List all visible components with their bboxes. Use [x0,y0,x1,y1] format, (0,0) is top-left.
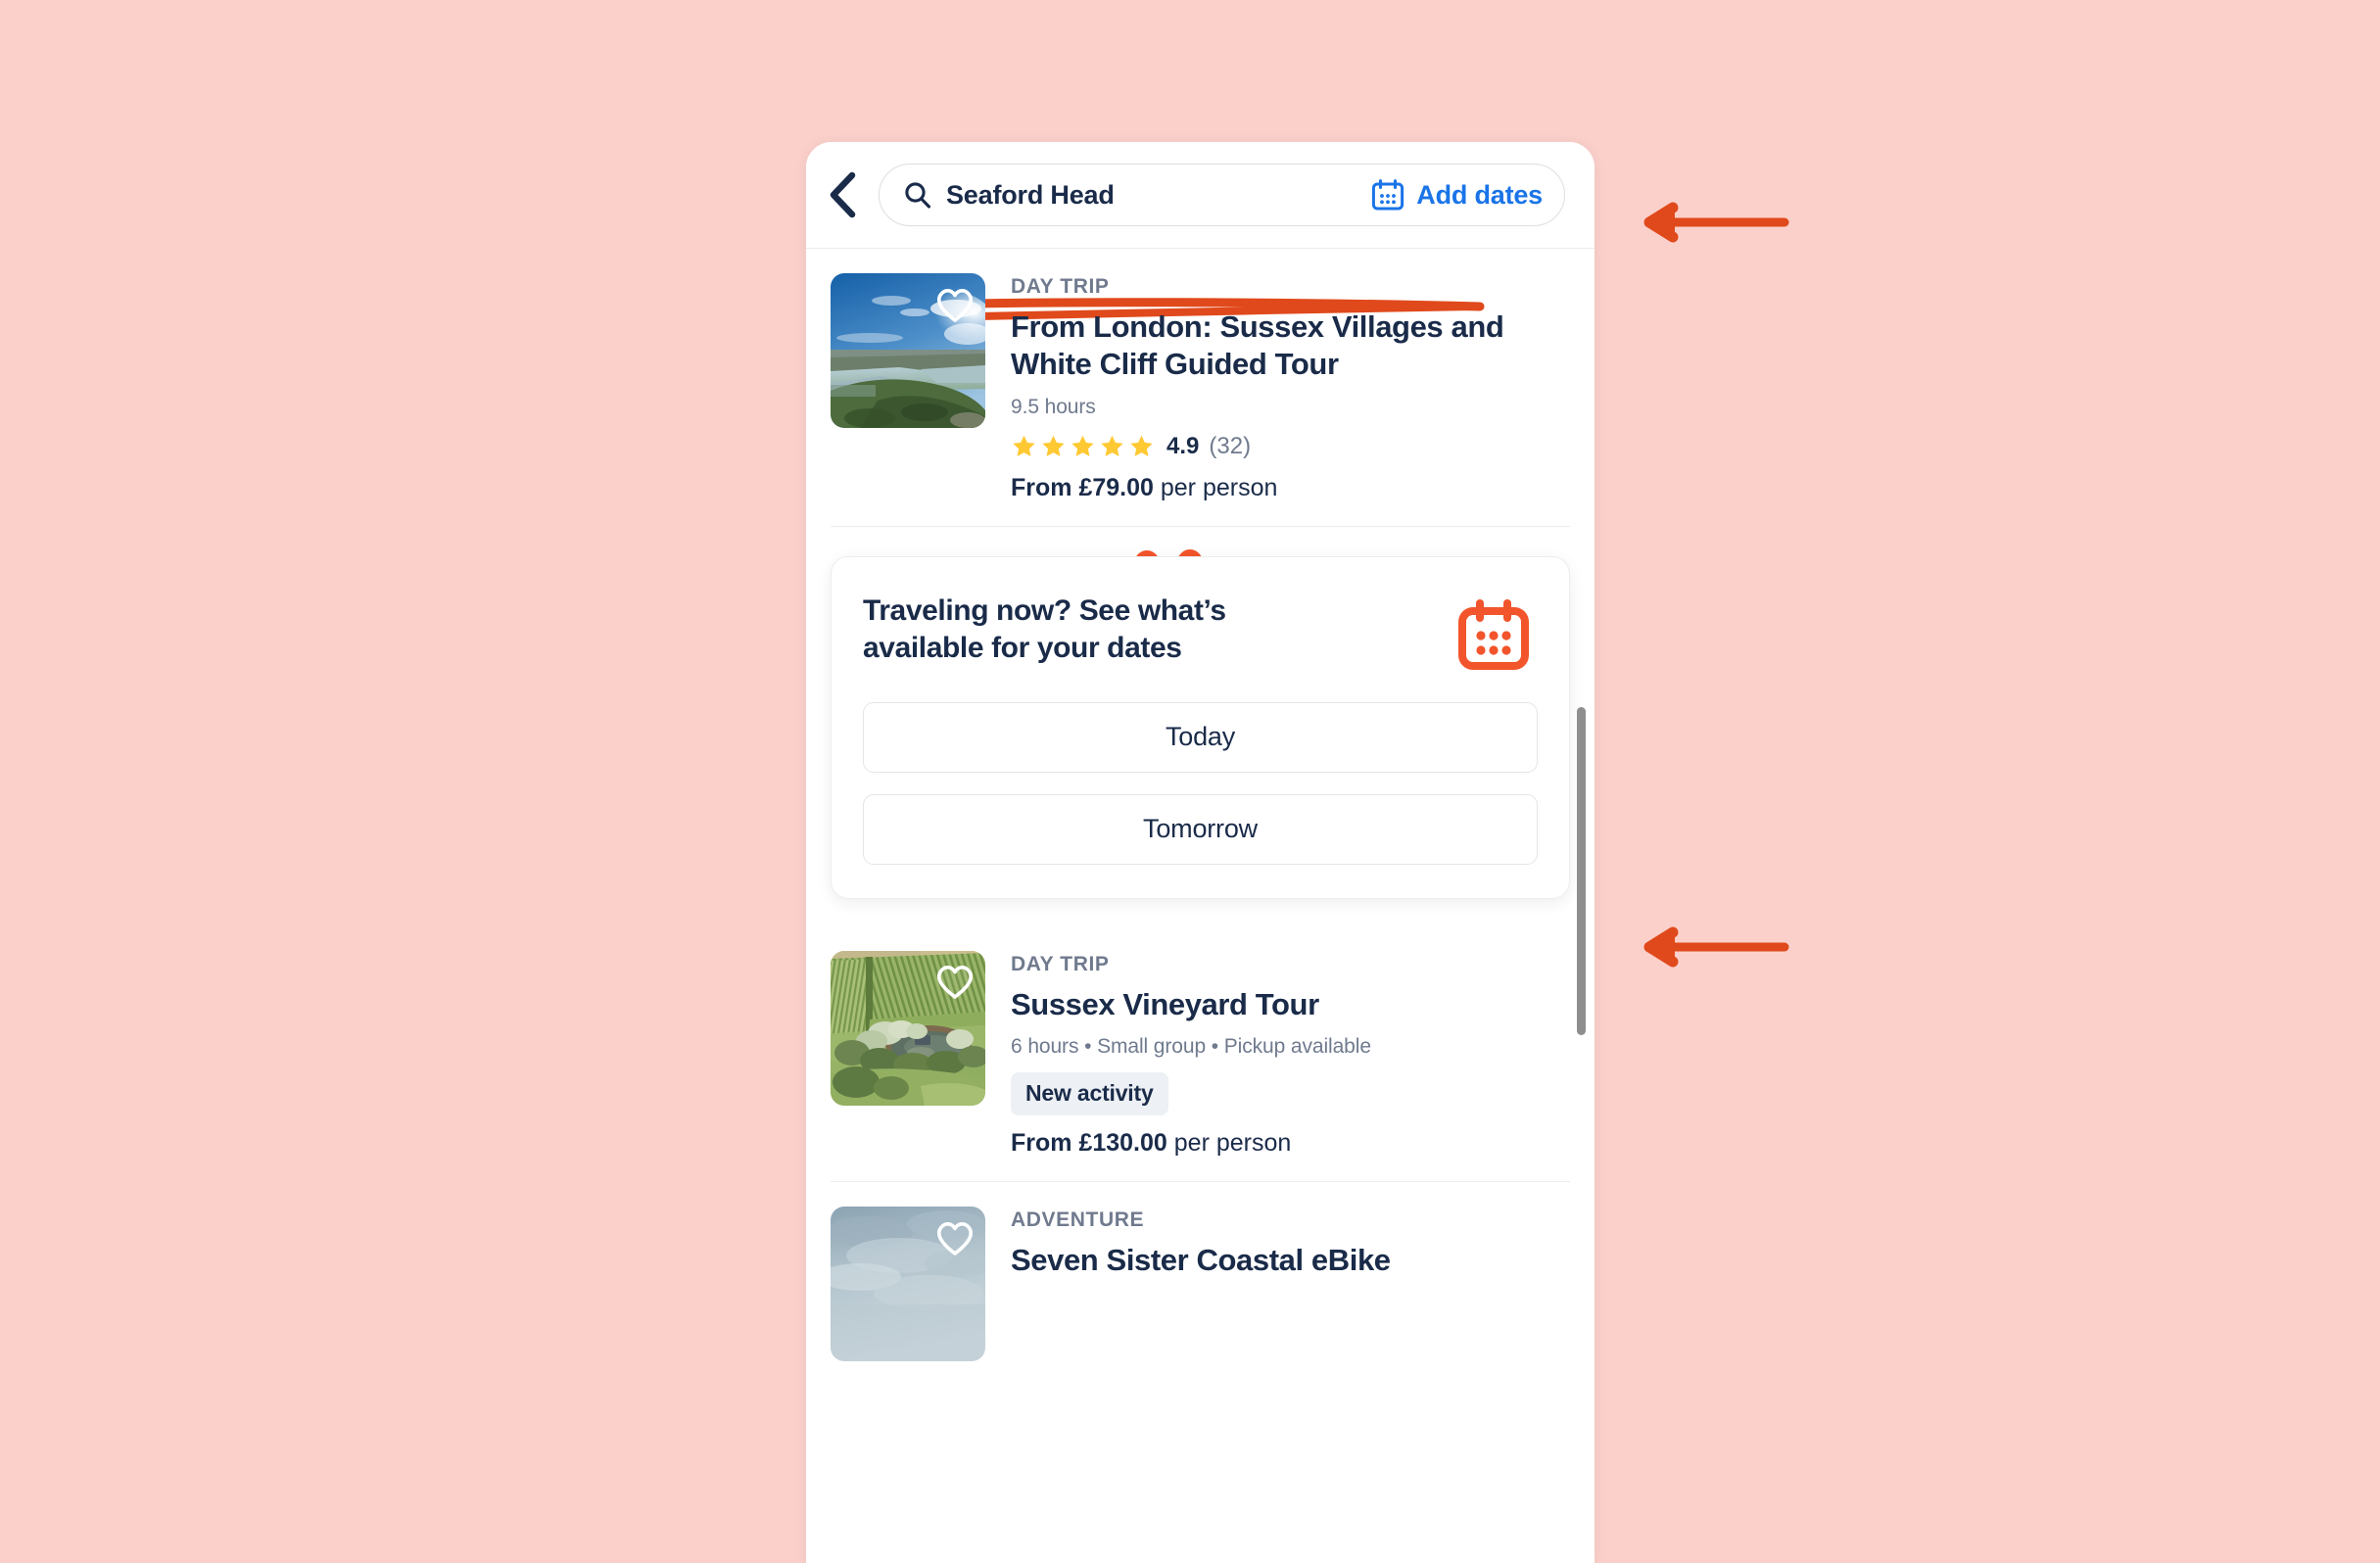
search-icon [905,182,931,209]
price-unit: per person [1160,473,1278,501]
activity-thumbnail[interactable] [831,950,985,1106]
activity-title: Sussex Vineyard Tour [1011,986,1319,1021]
activity-details: DAY TRIP Sussex Vineyard Tour 6 hours • … [1011,951,1570,1159]
promo-headline: Traveling now? See what’s available for … [863,593,1226,664]
heart-icon [937,288,973,322]
add-dates-button[interactable]: Add dates [1371,178,1543,212]
activity-category: DAY TRIP [1011,275,1110,298]
search-header: Seaford Head Add dates [806,142,1595,321]
calendar-icon [1372,179,1404,211]
activity-thumbnail[interactable] [831,273,985,428]
heart-icon [937,966,973,999]
favorite-button[interactable] [934,1217,976,1258]
star-icon [1101,435,1123,456]
price-amount: From £130.00 [1011,1129,1167,1158]
activity-price: From £130.00 per person [1011,1129,1570,1158]
price-amount: From £79.00 [1011,473,1154,501]
activity-category: ADVENTURE [1011,1208,1145,1232]
activity-rating: 4.9 (32) [1011,433,1570,460]
arrow-pointing-at-promo-card [1643,926,1789,968]
activity-title: From London: Sussex Villages and White C… [1011,309,1504,381]
activity-card[interactable]: DAY TRIP From London: Sussex Villages an… [806,249,1595,526]
today-button[interactable]: Today [863,701,1538,773]
status-badge: New activity [1011,1072,1168,1116]
vertical-scrollbar[interactable] [1577,707,1586,1035]
chevron-left-icon [830,171,856,218]
activity-details: DAY TRIP From London: Sussex Villages an… [1011,273,1570,502]
star-icon [1013,435,1035,456]
promo-card: Traveling now? See what’s available for … [831,555,1570,899]
rating-count: (32) [1209,432,1252,459]
calendar-icon [1458,598,1529,670]
back-button[interactable] [806,142,879,248]
scrollbar-track[interactable] [1577,249,1587,1563]
activity-card[interactable]: DAY TRIP Sussex Vineyard Tour 6 hours • … [806,926,1595,1182]
promo-header: Traveling now? See what’s available for … [863,592,1538,673]
star-icon [1130,435,1153,456]
tomorrow-button[interactable]: Tomorrow [863,793,1538,865]
search-input[interactable]: Seaford Head Add dates [879,164,1565,226]
add-dates-label: Add dates [1416,179,1543,210]
favorite-button[interactable] [934,962,976,1003]
activity-meta: 9.5 hours [1011,395,1096,418]
activity-category: DAY TRIP [1011,952,1110,975]
date-promo-section: Traveling now? See what’s available for … [806,527,1595,926]
heart-icon [937,1221,973,1255]
star-icon [1071,435,1094,456]
activity-meta: 6 hours • Small group • Pickup available [1011,1035,1371,1059]
activity-card[interactable]: ADVENTURE Seven Sister Coastal eBike [806,1182,1595,1385]
activity-thumbnail[interactable] [831,1207,985,1362]
rating-value: 4.9 [1166,432,1200,459]
arrow-pointing-at-add-dates [1643,202,1789,243]
star-icon [1042,435,1065,456]
activity-price: From £79.00 per person [1011,474,1570,502]
activity-details: ADVENTURE Seven Sister Coastal eBike [1011,1207,1570,1361]
favorite-button[interactable] [934,284,976,325]
search-query-text: Seaford Head [946,179,1115,210]
phone-screen: Seaford Head Add dates DAY TRIP From Lon… [806,142,1595,1563]
activity-title: Seven Sister Coastal eBike [1011,1243,1391,1278]
price-unit: per person [1173,1129,1292,1158]
results-list: DAY TRIP From London: Sussex Villages an… [806,249,1595,1563]
